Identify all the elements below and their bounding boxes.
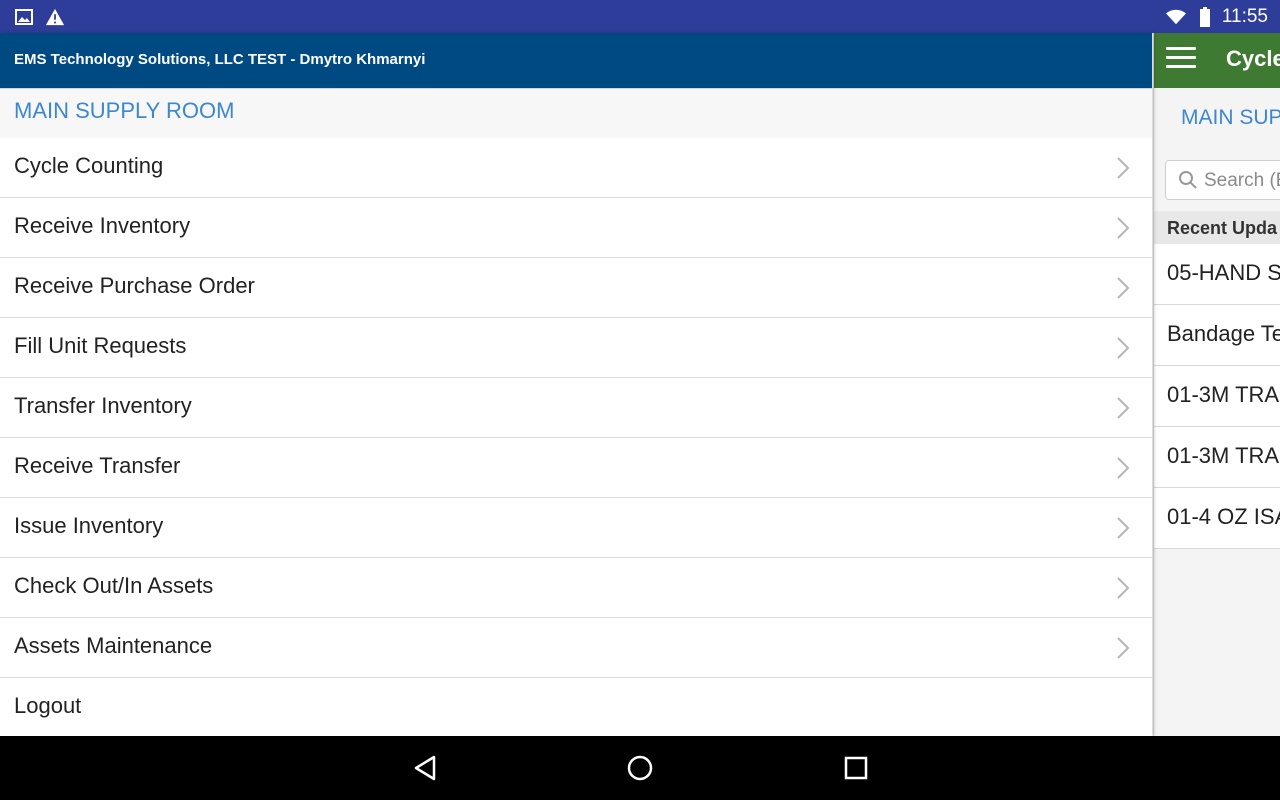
wifi-icon bbox=[1166, 7, 1186, 27]
recent-updates-list: 05-HAND S Bandage Te 01-3M TRA 01-3M TRA… bbox=[1154, 244, 1280, 549]
chevron-right-icon bbox=[1116, 336, 1130, 360]
list-item-text: Bandage Te bbox=[1167, 321, 1280, 346]
chevron-right-icon bbox=[1116, 276, 1130, 300]
system-nav-bar bbox=[0, 736, 1280, 800]
menu-item-receive-purchase-order[interactable]: Receive Purchase Order bbox=[0, 258, 1152, 318]
menu-item-label: Cycle Counting bbox=[14, 153, 164, 178]
search-input[interactable]: Search (E bbox=[1165, 160, 1280, 200]
menu-item-label: Issue Inventory bbox=[14, 513, 164, 538]
chevron-right-icon bbox=[1116, 216, 1130, 240]
menu-item-issue-inventory[interactable]: Issue Inventory bbox=[0, 498, 1152, 558]
warning-icon bbox=[45, 7, 65, 27]
chevron-right-icon bbox=[1116, 636, 1130, 660]
list-item[interactable]: 05-HAND S bbox=[1154, 244, 1280, 305]
chevron-right-icon bbox=[1116, 516, 1130, 540]
menu-item-receive-inventory[interactable]: Receive Inventory bbox=[0, 198, 1152, 258]
chevron-right-icon bbox=[1116, 576, 1130, 600]
app-toolbar: Cycle bbox=[1154, 33, 1280, 88]
section-label: Recent Upda bbox=[1167, 218, 1278, 238]
chevron-right-icon bbox=[1116, 156, 1130, 180]
drawer-header-title: EMS Technology Solutions, LLC TEST - Dmy… bbox=[14, 51, 426, 68]
drawer-location: MAIN SUPPLY ROOM bbox=[0, 88, 1152, 140]
menu-item-receive-transfer[interactable]: Receive Transfer bbox=[0, 438, 1152, 498]
menu-item-fill-unit-requests[interactable]: Fill Unit Requests bbox=[0, 318, 1152, 378]
back-icon[interactable] bbox=[410, 753, 440, 783]
drawer-menu: Cycle Counting Receive Inventory Receive… bbox=[0, 138, 1152, 737]
list-item-text: 01-3M TRA bbox=[1167, 443, 1280, 468]
panel-location: MAIN SUP bbox=[1181, 106, 1280, 129]
chevron-right-icon bbox=[1116, 456, 1130, 480]
menu-item-label: Check Out/In Assets bbox=[14, 573, 214, 598]
menu-item-label: Logout bbox=[14, 693, 82, 718]
cycle-counting-screen: Cycle MAIN SUP Search (E Recent Upda 05-… bbox=[1153, 33, 1280, 736]
image-icon bbox=[14, 7, 34, 27]
menu-item-label: Transfer Inventory bbox=[14, 393, 192, 418]
menu-item-cycle-counting[interactable]: Cycle Counting bbox=[0, 138, 1152, 198]
menu-item-assets-maintenance[interactable]: Assets Maintenance bbox=[0, 618, 1152, 678]
drawer-header: EMS Technology Solutions, LLC TEST - Dmy… bbox=[0, 33, 1152, 88]
home-icon[interactable] bbox=[625, 753, 655, 783]
status-time: 11:55 bbox=[1221, 6, 1268, 27]
menu-item-logout[interactable]: Logout bbox=[0, 678, 1152, 737]
list-item[interactable]: Bandage Te bbox=[1154, 305, 1280, 366]
hamburger-menu-icon[interactable] bbox=[1166, 47, 1196, 73]
menu-item-label: Fill Unit Requests bbox=[14, 333, 187, 358]
toolbar-title: Cycle bbox=[1226, 46, 1280, 71]
menu-item-label: Receive Inventory bbox=[14, 213, 191, 238]
menu-item-label: Receive Purchase Order bbox=[14, 273, 255, 298]
search-icon bbox=[1178, 170, 1197, 189]
list-item[interactable]: 01-4 OZ ISA bbox=[1154, 488, 1280, 549]
list-item-text: 01-4 OZ ISA bbox=[1167, 504, 1280, 529]
list-item-text: 05-HAND S bbox=[1167, 260, 1280, 285]
menu-item-check-out-in-assets[interactable]: Check Out/In Assets bbox=[0, 558, 1152, 618]
list-item-text: 01-3M TRA bbox=[1167, 382, 1280, 407]
recents-icon[interactable] bbox=[841, 753, 871, 783]
battery-icon bbox=[1195, 7, 1215, 27]
navigation-drawer: EMS Technology Solutions, LLC TEST - Dmy… bbox=[0, 33, 1152, 737]
menu-item-transfer-inventory[interactable]: Transfer Inventory bbox=[0, 378, 1152, 438]
section-header: Recent Upda bbox=[1154, 211, 1280, 244]
menu-item-label: Assets Maintenance bbox=[14, 633, 213, 658]
location-label: MAIN SUPPLY ROOM bbox=[14, 98, 235, 123]
list-item[interactable]: 01-3M TRA bbox=[1154, 427, 1280, 488]
status-bar: 11:55 bbox=[0, 0, 1280, 33]
chevron-right-icon bbox=[1116, 396, 1130, 420]
list-item[interactable]: 01-3M TRA bbox=[1154, 366, 1280, 427]
search-placeholder: Search (E bbox=[1204, 170, 1280, 191]
menu-item-label: Receive Transfer bbox=[14, 453, 181, 478]
